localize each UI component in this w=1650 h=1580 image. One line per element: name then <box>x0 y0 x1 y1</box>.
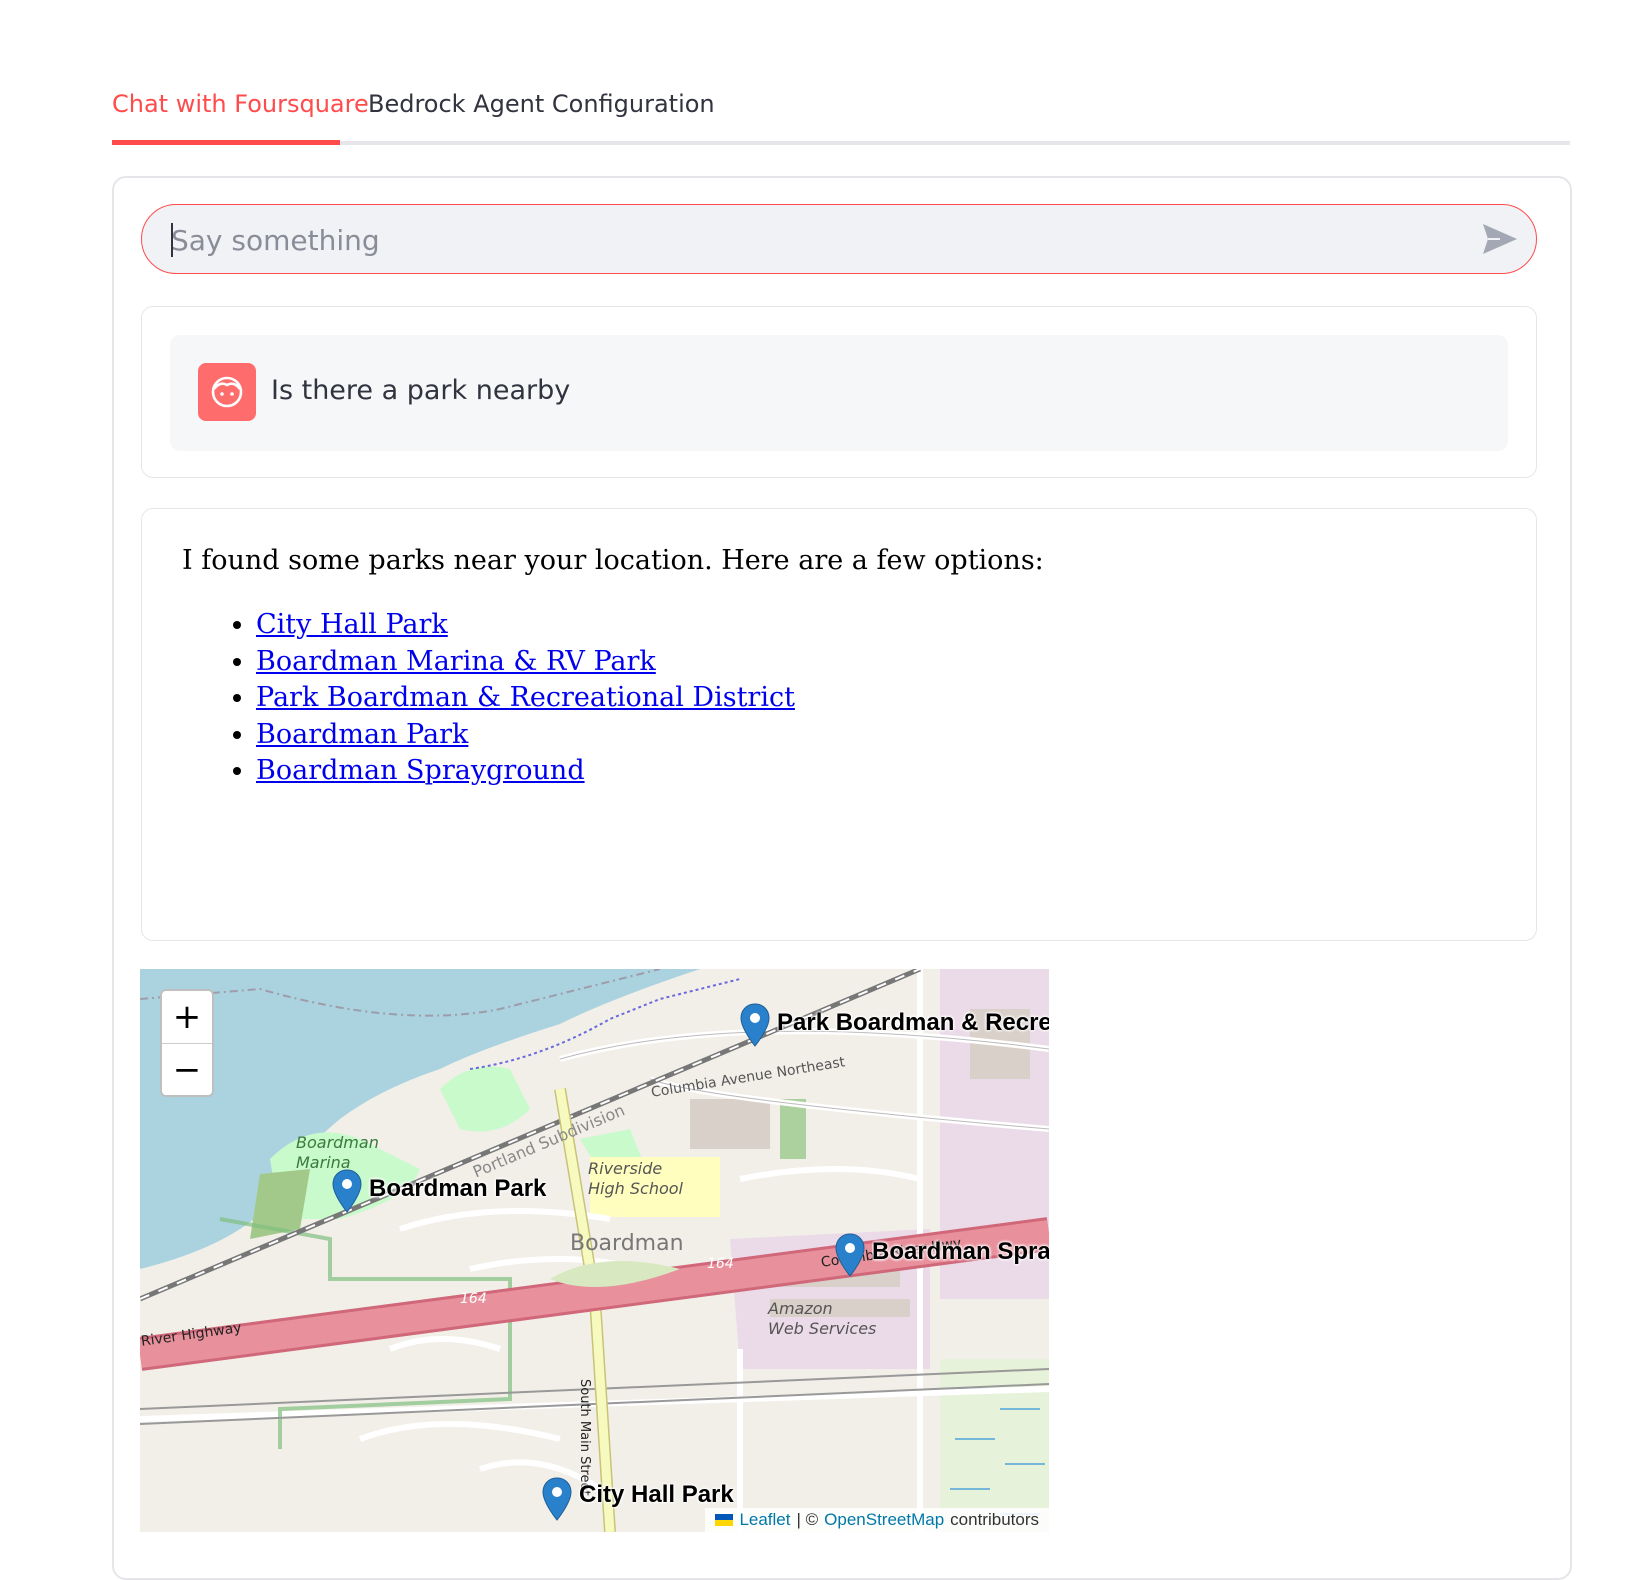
tab-chat-with-foursquare[interactable]: Chat with Foursquare <box>112 90 369 118</box>
zoom-control: + − <box>160 989 214 1097</box>
user-face-icon <box>211 376 243 408</box>
list-item: Park Boardman & Recreational District <box>256 680 795 717</box>
park-link-park-boardman-recreational[interactable]: Park Boardman & Recreational District <box>256 682 795 713</box>
list-item: Boardman Park <box>256 717 795 754</box>
map-marker-boardman-sprayground[interactable] <box>835 1233 865 1277</box>
list-item: Boardman Sprayground <box>256 753 795 790</box>
tab-bar: Chat with Foursquare Bedrock Agent Confi… <box>112 86 1570 146</box>
park-list: City Hall Park Boardman Marina & RV Park… <box>200 607 795 790</box>
tab-bedrock-agent-configuration[interactable]: Bedrock Agent Configuration <box>368 90 715 118</box>
assistant-intro-text: I found some parks near your location. H… <box>182 545 1044 576</box>
map-attribution: Leaflet | © OpenStreetMap contributors <box>705 1508 1049 1532</box>
map-label-school: Riverside High School <box>588 1159 683 1198</box>
marker-label-park-boardman-recreational: Park Boardman & Recreational District <box>777 1009 1049 1036</box>
map-label-hwy-164-west: 164 <box>460 1291 487 1307</box>
map[interactable]: Boardman Riverside High School Boardman … <box>140 969 1049 1532</box>
park-link-city-hall-park[interactable]: City Hall Park <box>256 609 448 640</box>
park-link-boardman-marina[interactable]: Boardman Marina & RV Park <box>256 646 656 677</box>
map-label-south-main: South Main Street <box>577 1379 592 1496</box>
zoom-in-button[interactable]: + <box>162 991 212 1044</box>
map-label-town: Boardman <box>570 1231 684 1256</box>
map-marker-boardman-park[interactable] <box>332 1169 362 1213</box>
marker-label-boardman-sprayground: Boardman Sprayground <box>872 1238 1049 1265</box>
openstreetmap-link[interactable]: OpenStreetMap <box>824 1510 944 1530</box>
user-message-text: Is there a park nearby <box>271 375 571 406</box>
marker-label-boardman-park: Boardman Park <box>369 1175 547 1202</box>
list-item: City Hall Park <box>256 607 795 644</box>
assistant-message: I found some parks near your location. H… <box>141 508 1537 941</box>
marker-label-city-hall-park: City Hall Park <box>579 1481 734 1508</box>
zoom-out-button[interactable]: − <box>162 1044 212 1096</box>
attribution-suffix: contributors <box>950 1510 1039 1529</box>
map-marker-park-boardman-recreational[interactable] <box>740 1003 770 1047</box>
user-message: Is there a park nearby <box>170 335 1508 451</box>
attribution-separator: | © <box>796 1510 819 1529</box>
chat-input[interactable] <box>169 217 1473 263</box>
ukraine-flag-icon <box>715 1514 734 1526</box>
map-label-marina: Boardman Marina <box>296 1133 379 1172</box>
text-caret <box>171 223 173 257</box>
park-link-boardman-park[interactable]: Boardman Park <box>256 719 468 750</box>
send-icon <box>1483 224 1517 254</box>
list-item: Boardman Marina & RV Park <box>256 644 795 681</box>
map-label-amazon: Amazon Web Services <box>768 1299 877 1338</box>
send-button[interactable] <box>1480 221 1520 257</box>
user-message-container: Is there a park nearby <box>141 306 1537 478</box>
leaflet-link[interactable]: Leaflet <box>739 1510 790 1530</box>
park-link-boardman-sprayground[interactable]: Boardman Sprayground <box>256 755 585 786</box>
map-marker-city-hall-park[interactable] <box>542 1477 572 1521</box>
user-avatar <box>198 363 256 421</box>
active-tab-indicator <box>112 140 340 145</box>
map-label-hwy-164-east: 164 <box>707 1256 734 1272</box>
chat-input-container <box>141 204 1537 274</box>
